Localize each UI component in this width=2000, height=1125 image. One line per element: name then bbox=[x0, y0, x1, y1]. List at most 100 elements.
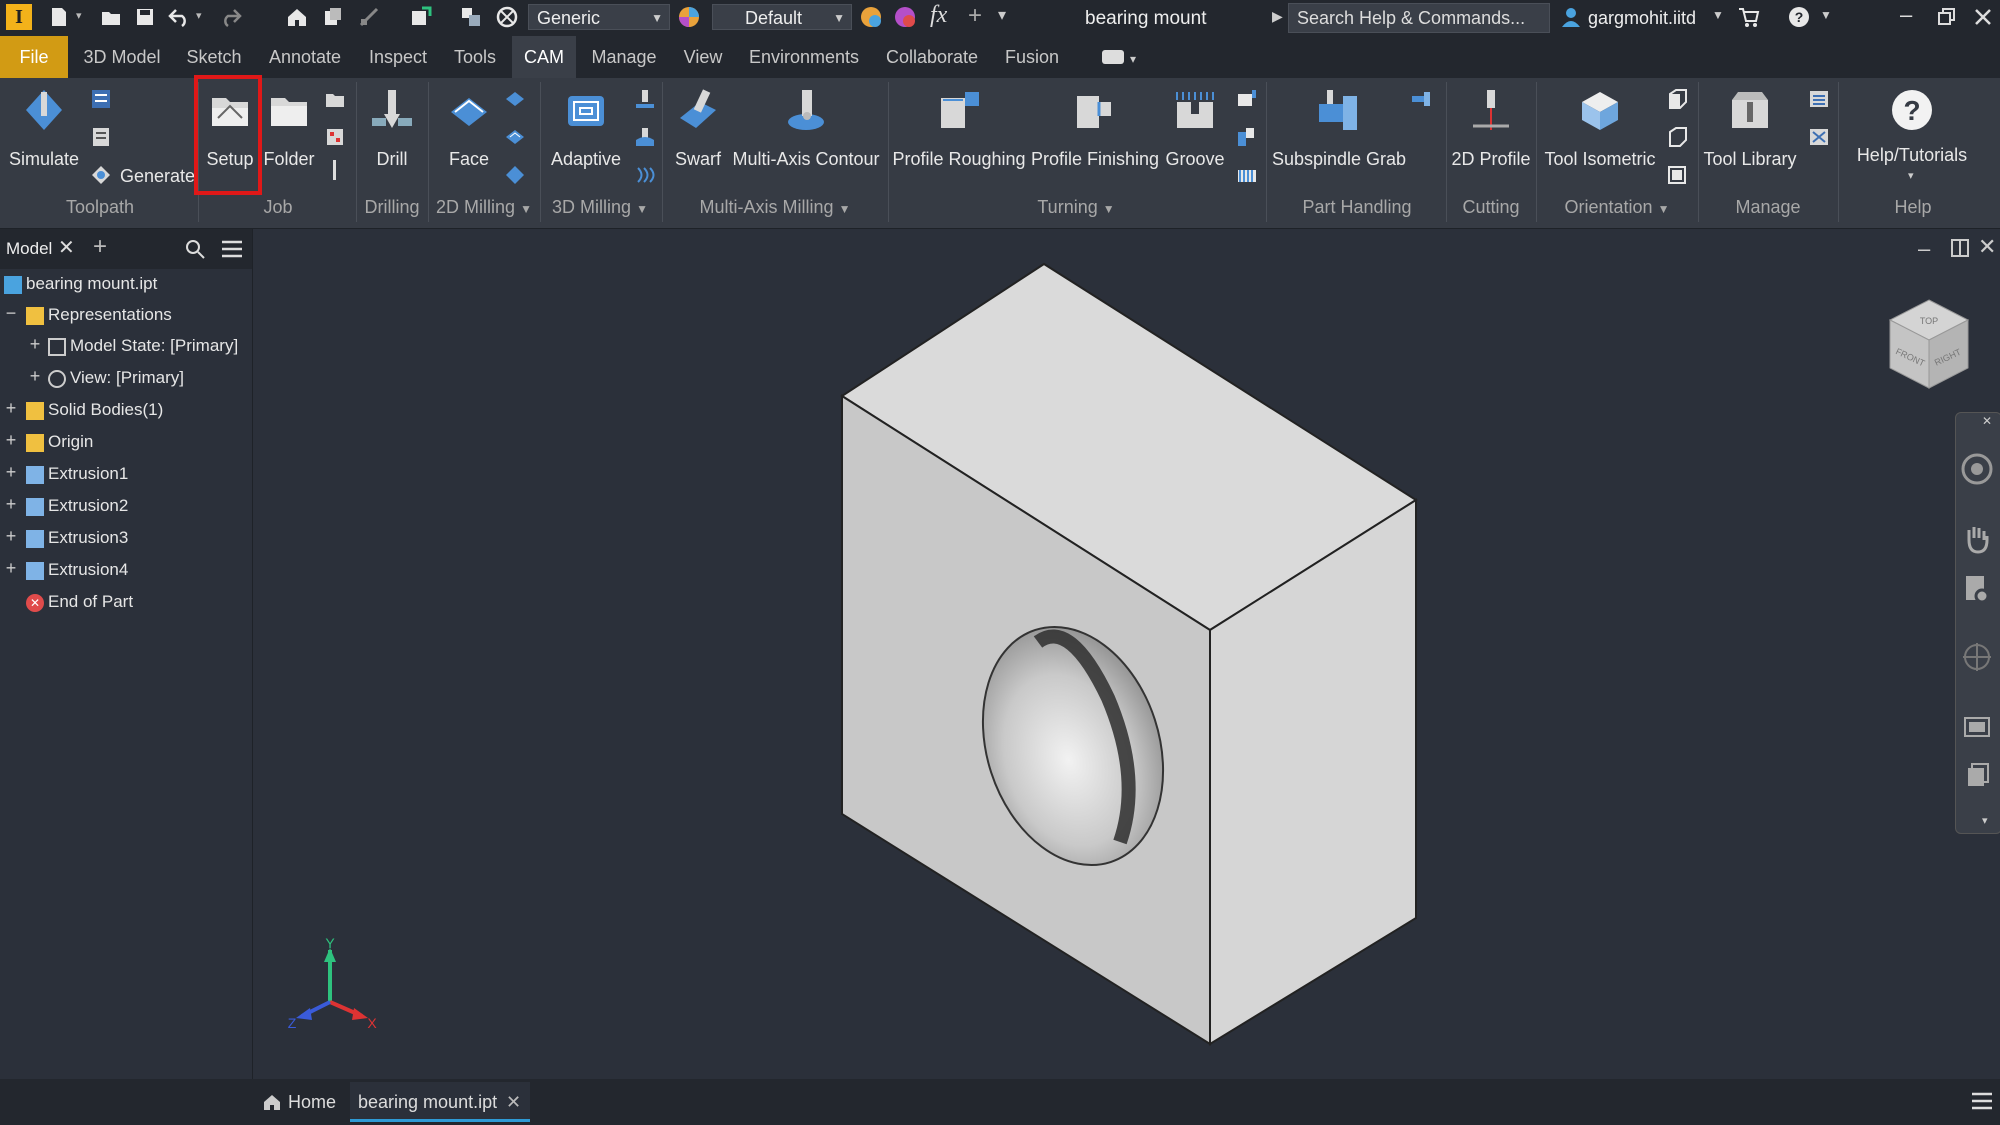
tree-item-solid-bodies[interactable]: Solid Bodies(1) bbox=[26, 398, 163, 422]
minimize-icon[interactable]: – bbox=[1900, 2, 1912, 28]
tab-view[interactable]: View bbox=[672, 36, 734, 78]
2d-profile-button[interactable]: 2D Profile bbox=[1450, 80, 1532, 176]
user-dropdown-icon[interactable]: ▼ bbox=[1712, 8, 1724, 22]
measure-icon[interactable] bbox=[358, 6, 380, 28]
tab-environments[interactable]: Environments bbox=[744, 36, 864, 78]
clear-appearance-icon[interactable] bbox=[894, 6, 916, 28]
group-orientation[interactable]: Orientation ▼ bbox=[1536, 197, 1698, 218]
2d-adaptive-icon[interactable] bbox=[504, 88, 526, 110]
save-icon[interactable] bbox=[134, 6, 156, 28]
cart-icon[interactable] bbox=[1738, 6, 1760, 28]
pan-hand-icon[interactable] bbox=[1960, 522, 1994, 556]
tab-inspect[interactable]: Inspect bbox=[360, 36, 436, 78]
steering-wheel-icon[interactable] bbox=[1960, 452, 1994, 486]
tree-item-representations[interactable]: Representations bbox=[26, 303, 172, 327]
appearance-ball-icon[interactable] bbox=[678, 6, 700, 28]
tab-file[interactable]: File bbox=[0, 36, 68, 78]
expand-icon[interactable]: + bbox=[28, 366, 42, 387]
maximize-icon[interactable] bbox=[1950, 238, 1970, 258]
generate-button[interactable]: Generate bbox=[88, 160, 195, 190]
setup-sheet-icon[interactable] bbox=[90, 126, 112, 148]
select-icon[interactable] bbox=[410, 6, 432, 28]
turning-thread-icon[interactable] bbox=[1236, 126, 1258, 148]
manual-nc-icon[interactable] bbox=[324, 126, 346, 148]
tab-3d-model[interactable]: 3D Model bbox=[74, 36, 170, 78]
group-multi-axis-milling[interactable]: Multi-Axis Milling ▼ bbox=[662, 197, 888, 218]
multi-axis-contour-button[interactable]: Multi-Axis Contour bbox=[730, 80, 882, 176]
user-icon[interactable] bbox=[1560, 6, 1582, 28]
tree-item-extrusion4[interactable]: Extrusion4 bbox=[26, 558, 128, 582]
tool-list-icon[interactable] bbox=[90, 88, 112, 110]
user-name[interactable]: gargmohit.iitd bbox=[1588, 8, 1696, 29]
3d-pocket-icon[interactable] bbox=[634, 88, 656, 110]
subspindle-return-icon[interactable] bbox=[1410, 88, 1432, 110]
free-orbit-icon[interactable] bbox=[1960, 758, 1994, 792]
group-2d-milling[interactable]: 2D Milling ▼ bbox=[428, 197, 540, 218]
minimize-icon[interactable]: – bbox=[1918, 236, 1930, 262]
material-combo[interactable]: Generic ▼ bbox=[528, 4, 670, 30]
collapse-icon[interactable]: − bbox=[4, 303, 18, 324]
turning-part-icon[interactable] bbox=[1236, 164, 1258, 186]
new-dropdown-icon[interactable]: ▾ bbox=[76, 9, 82, 22]
search-icon[interactable] bbox=[184, 238, 206, 260]
tool-isometric-button[interactable]: Tool Isometric bbox=[1540, 80, 1660, 176]
tree-item-end-of-part[interactable]: ✕ End of Part bbox=[26, 590, 133, 614]
expand-icon[interactable]: + bbox=[28, 334, 42, 355]
3d-scallop-icon[interactable] bbox=[634, 164, 656, 186]
tab-manage[interactable]: Manage bbox=[584, 36, 664, 78]
menu-icon[interactable] bbox=[1970, 1090, 1994, 1112]
2d-contour-icon[interactable] bbox=[504, 164, 526, 186]
template-library-icon[interactable] bbox=[1808, 88, 1830, 110]
expand-icon[interactable]: + bbox=[4, 398, 18, 419]
app-logo[interactable]: I bbox=[6, 4, 32, 30]
close-icon[interactable]: ✕ bbox=[1978, 234, 1996, 260]
close-icon[interactable]: ✕ bbox=[1982, 414, 1992, 428]
search-input[interactable]: Search Help & Commands... bbox=[1288, 3, 1550, 33]
tree-item-model-state[interactable]: Model State: [Primary] bbox=[48, 334, 238, 358]
model-tab[interactable]: Model bbox=[6, 239, 52, 259]
tree-item-extrusion3[interactable]: Extrusion3 bbox=[26, 526, 128, 550]
appearance-combo[interactable]: Default ▼ bbox=[712, 4, 852, 30]
tab-fusion[interactable]: Fusion bbox=[998, 36, 1066, 78]
add-tab-icon[interactable]: + bbox=[93, 233, 107, 261]
expand-icon[interactable]: + bbox=[4, 462, 18, 483]
orient-front-icon[interactable] bbox=[1666, 126, 1688, 148]
zoom-icon[interactable] bbox=[1960, 572, 1994, 606]
tab-annotate[interactable]: Annotate bbox=[260, 36, 350, 78]
swarf-button[interactable]: Swarf bbox=[668, 80, 728, 176]
expand-icon[interactable]: + bbox=[4, 558, 18, 579]
help-icon[interactable]: ? bbox=[1788, 6, 1810, 28]
close-icon[interactable] bbox=[1972, 6, 1994, 28]
customize-dropdown-icon[interactable]: ▾ bbox=[1982, 814, 1988, 827]
undo-icon[interactable] bbox=[168, 6, 190, 28]
folder-button[interactable]: Folder bbox=[262, 80, 316, 176]
video-icon[interactable] bbox=[1102, 50, 1124, 64]
simulate-button[interactable]: Simulate bbox=[4, 80, 84, 176]
help-tutorials-button[interactable]: ? Help/Tutorials ▾ bbox=[1842, 80, 1982, 182]
orient-top-icon[interactable] bbox=[1666, 88, 1688, 110]
menu-icon[interactable] bbox=[220, 238, 244, 260]
tree-item-view[interactable]: View: [Primary] bbox=[48, 366, 184, 390]
document-tab[interactable]: bearing mount.ipt ✕ bbox=[350, 1082, 530, 1122]
groove-button[interactable]: Groove bbox=[1162, 80, 1228, 176]
group-turning[interactable]: Turning ▼ bbox=[888, 197, 1264, 218]
tab-overflow-dropdown-icon[interactable]: ▾ bbox=[1130, 52, 1136, 66]
3d-parallel-icon[interactable] bbox=[634, 126, 656, 148]
drill-button[interactable]: Drill bbox=[362, 80, 422, 176]
look-at-icon[interactable] bbox=[1960, 710, 1994, 744]
post-library-icon[interactable] bbox=[1808, 126, 1830, 148]
orbit-icon[interactable] bbox=[1960, 640, 1994, 674]
fx-icon[interactable]: fx bbox=[930, 2, 947, 29]
tool-library-button[interactable]: Tool Library bbox=[1702, 80, 1798, 176]
profile-roughing-button[interactable]: Profile Roughing bbox=[892, 80, 1026, 176]
adjust-appearance-icon[interactable] bbox=[860, 6, 882, 28]
help-dropdown-icon[interactable]: ▼ bbox=[1820, 8, 1832, 22]
tab-sketch[interactable]: Sketch bbox=[178, 36, 250, 78]
new-pattern-icon[interactable] bbox=[324, 88, 346, 110]
restore-icon[interactable] bbox=[1936, 6, 1958, 28]
group-3d-milling[interactable]: 3D Milling ▼ bbox=[540, 197, 660, 218]
viewcube[interactable]: TOP FRONT RIGHT bbox=[1886, 296, 1972, 392]
tab-tools[interactable]: Tools bbox=[444, 36, 506, 78]
turning-face-icon[interactable] bbox=[1236, 88, 1258, 110]
3d-model-bearing-mount[interactable] bbox=[820, 258, 1430, 1058]
